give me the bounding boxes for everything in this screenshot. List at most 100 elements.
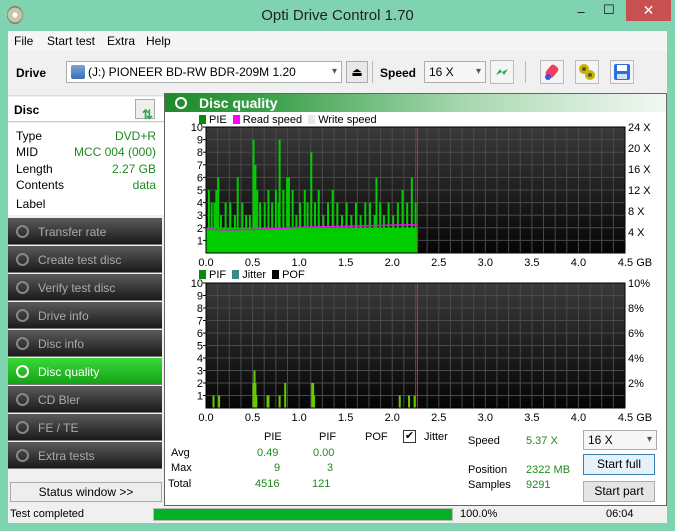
erase-button[interactable] [540, 60, 564, 84]
nav-item-disc-info[interactable]: Disc info [8, 330, 162, 357]
y-tick-label: 3 [197, 366, 203, 378]
pie-bar [263, 202, 266, 253]
pif-bar [212, 395, 215, 408]
x-tick-label: 0.0 [198, 257, 213, 269]
nav-item-label: Disc quality [38, 365, 100, 379]
info-value: data [132, 178, 156, 192]
pie-bar [382, 215, 385, 253]
y-tick-label: 9 [197, 291, 203, 303]
start-full-button[interactable]: Start full [583, 454, 655, 475]
nav-item-create-test-disc[interactable]: Create test disc [8, 246, 162, 273]
eject-icon: ⏏ [351, 65, 363, 79]
x-tick-label: 1.5 [338, 412, 353, 424]
pif-bar [267, 395, 270, 408]
x-tick-label: 0.5 [245, 412, 260, 424]
nav-item-fe-te[interactable]: FE / TE [8, 414, 162, 441]
minimize-button[interactable]: – [570, 4, 592, 25]
info-value: DVD+R [114, 129, 156, 143]
info-key: Type [16, 129, 43, 143]
test-speed-select[interactable]: 16 X ▾ [583, 430, 657, 450]
nav-item-verify-test-disc[interactable]: Verify test disc [8, 274, 162, 301]
jitter-label: Jitter [424, 431, 448, 443]
pie-bar [207, 190, 210, 253]
pie-bar [364, 202, 367, 253]
y-tick-label: 7 [197, 316, 203, 328]
disc-info-row: MID MCC 004 (000) [16, 145, 156, 161]
speed-select[interactable]: 16 X ▾ [424, 61, 486, 83]
eject-button[interactable]: ⏏ [346, 61, 368, 83]
nav-item-disc-quality[interactable]: Disc quality [8, 358, 162, 385]
y-tick-label: 6 [197, 172, 203, 184]
close-button[interactable]: ✕ [626, 0, 671, 21]
nav-item-extra-tests[interactable]: Extra tests [8, 442, 162, 469]
disc-test-icon [16, 281, 29, 294]
position-value: 2322 MB [526, 464, 571, 476]
maximize-button[interactable]: ☐ [598, 2, 620, 23]
disc-title: Disc [14, 103, 40, 117]
pie-bar [245, 215, 248, 253]
speed-label: Speed [380, 66, 417, 80]
disc-test-icon [16, 337, 29, 350]
y-tick-label: 2 [197, 223, 203, 235]
pie-bar [241, 202, 244, 253]
y-tick-label: 4 [197, 198, 203, 210]
x-tick-label: 2.0 [385, 257, 400, 269]
menu-help[interactable]: Help [146, 34, 171, 48]
menu-start-test[interactable]: Start test [47, 34, 95, 48]
pie-bar [401, 190, 404, 253]
settings-button[interactable] [575, 60, 599, 84]
x-tick-label: 1.0 [291, 412, 306, 424]
pif-bar [413, 395, 416, 408]
y2-tick-label: 10% [628, 278, 650, 290]
nav-item-label: FE / TE [38, 421, 79, 435]
disc-test-icon [16, 393, 29, 406]
start-part-button[interactable]: Start part [583, 481, 655, 502]
y-tick-label: 6 [197, 328, 203, 340]
nav-item-cd-bler[interactable]: CD Bler [8, 386, 162, 413]
x-tick-label: 2.0 [385, 412, 400, 424]
disc-refresh-button[interactable]: ⇅ [135, 99, 155, 122]
pie-bar [303, 190, 306, 253]
pie-bar [396, 202, 399, 253]
disc-info-row: Length 2.27 GB [16, 162, 156, 178]
pie-bar [314, 202, 317, 253]
toolbar-divider [525, 61, 526, 83]
test-speed-value: 16 X [588, 433, 613, 447]
nav-item-drive-info[interactable]: Drive info [8, 302, 162, 329]
y2-tick-label: 12 X [628, 185, 651, 197]
disc-test-icon [16, 309, 29, 322]
x-tick-label: 0.0 [198, 412, 213, 424]
pif-bar [255, 395, 258, 408]
y-tick-label: 7 [197, 160, 203, 172]
speed-readout-value: 5.37 X [526, 435, 558, 447]
x-tick-label: 1.0 [291, 257, 306, 269]
samples-label: Samples [468, 479, 511, 491]
chevron-down-icon: ▾ [475, 66, 481, 77]
status-window-button[interactable]: Status window >> [10, 482, 162, 502]
pif-bar [313, 395, 316, 408]
jitter-checkbox[interactable]: ✔ [403, 430, 416, 443]
refresh-button[interactable] [490, 60, 514, 84]
drive-label: Drive [16, 66, 47, 80]
pie-bar [254, 164, 257, 253]
pie-bar [278, 139, 281, 253]
client-area: File Start test Extra Help Drive (J:) PI… [8, 31, 667, 523]
label-key: Label [16, 197, 46, 211]
stats-header-pif: PIF [319, 431, 337, 443]
info-value: 2.27 GB [111, 162, 156, 176]
save-button[interactable] [610, 60, 634, 84]
menu-file[interactable]: File [14, 34, 33, 48]
left-panel: Disc ⇅ Type DVD+R MID MCC 004 (000) Length… [8, 97, 164, 504]
nav-item-label: Disc info [38, 337, 85, 351]
info-key: Contents [16, 178, 65, 192]
samples-value: 9291 [526, 479, 551, 491]
pie-bar [387, 202, 390, 253]
drive-select[interactable]: (J:) PIONEER BD-RW BDR-209M 1.20 ▾ [66, 61, 342, 83]
menu-extra[interactable]: Extra [107, 34, 135, 48]
disc-info-row: Type DVD+R [16, 129, 156, 145]
y-tick-label: 10 [191, 278, 203, 290]
y2-tick-label: 16 X [628, 164, 651, 176]
nav-item-transfer-rate[interactable]: Transfer rate [8, 218, 162, 245]
pie-bar [248, 215, 251, 253]
status-bar: Test completed 100.0% 06:04 [8, 507, 667, 523]
